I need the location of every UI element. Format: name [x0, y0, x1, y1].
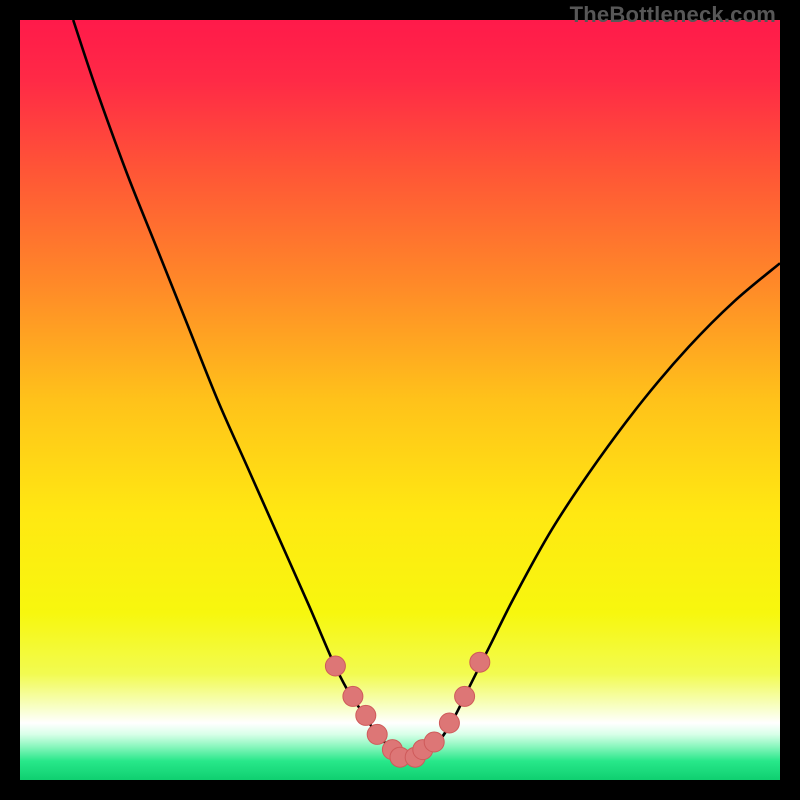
marker-dot — [470, 652, 490, 672]
marker-dot — [325, 656, 345, 676]
chart-frame: TheBottleneck.com — [0, 0, 800, 800]
bottleneck-chart — [20, 20, 780, 780]
chart-plot-area — [20, 20, 780, 780]
marker-dot — [343, 686, 363, 706]
marker-dot — [439, 713, 459, 733]
watermark-text: TheBottleneck.com — [570, 2, 776, 28]
marker-dot — [356, 705, 376, 725]
marker-dot — [424, 732, 444, 752]
marker-dot — [455, 686, 475, 706]
chart-background — [20, 20, 780, 780]
marker-dot — [367, 724, 387, 744]
